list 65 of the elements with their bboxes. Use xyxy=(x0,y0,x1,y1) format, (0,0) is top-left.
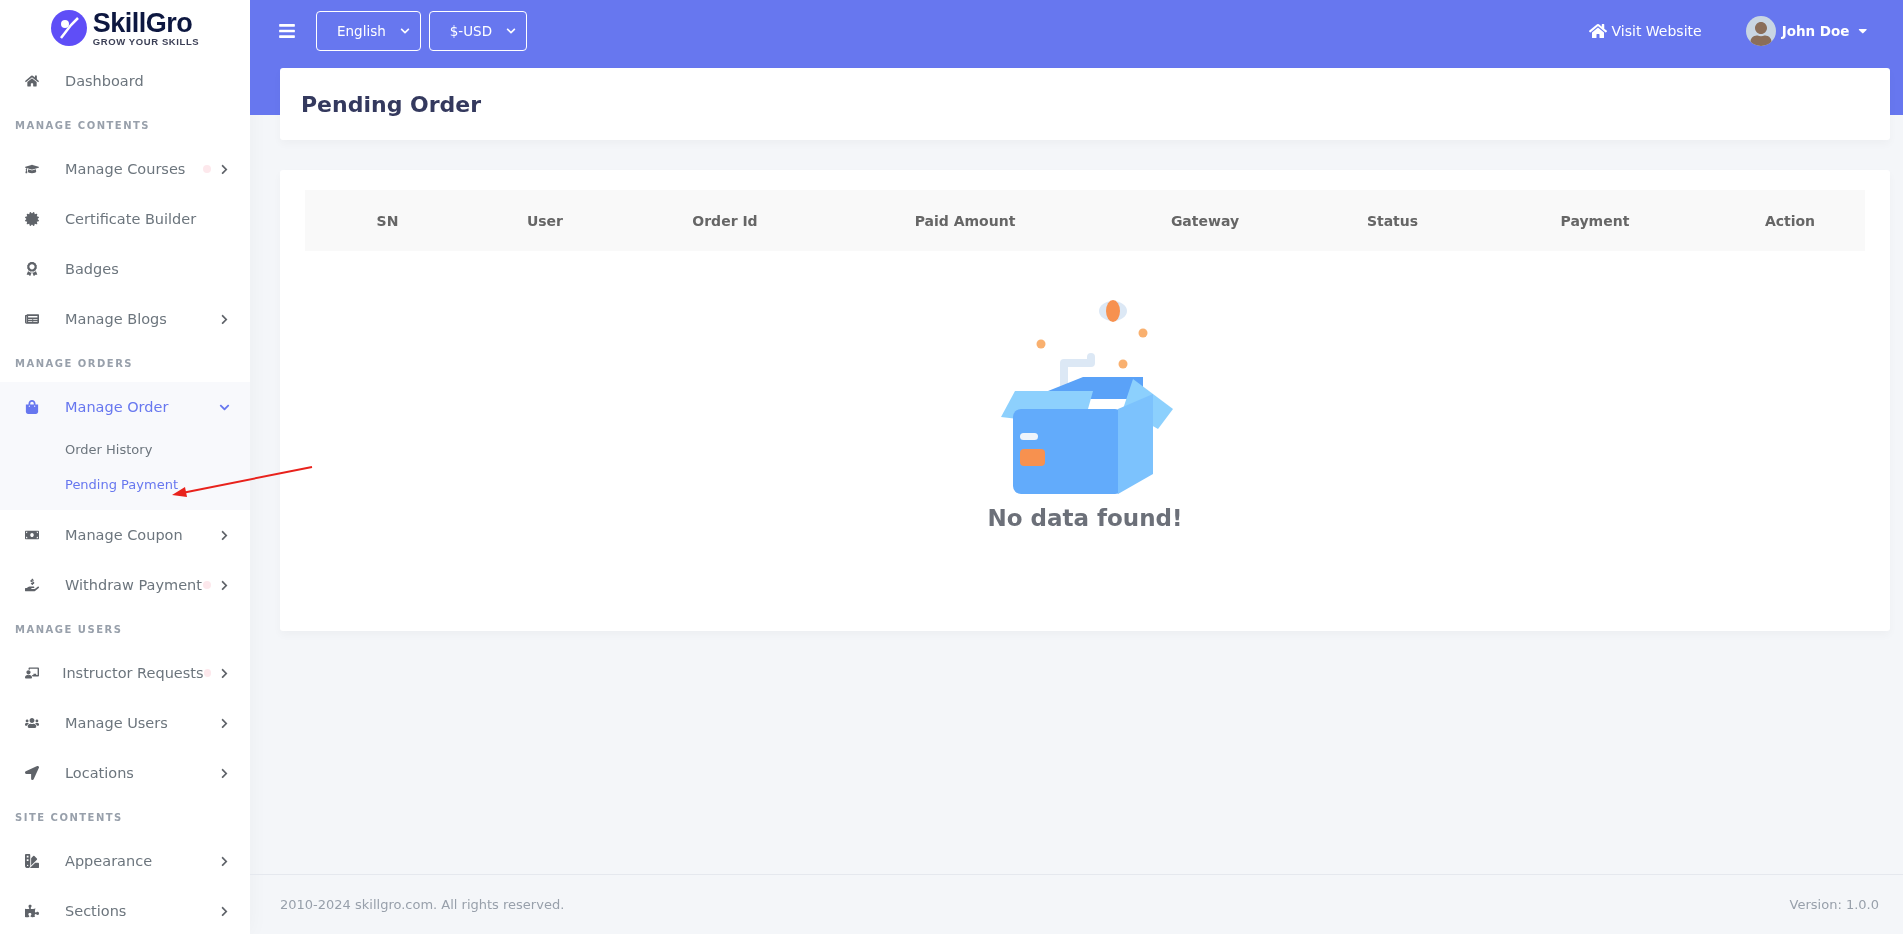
sidebar-item[interactable]: Manage Users xyxy=(0,698,250,748)
sidebar-item[interactable]: Manage Coupon xyxy=(0,510,250,560)
puzzle-icon xyxy=(25,904,39,918)
sidebar-item[interactable]: Instructor Requests xyxy=(0,648,250,698)
page-title: Pending Order xyxy=(301,91,482,117)
chevron-down-icon xyxy=(399,26,410,36)
menu-heading: SITE CONTENTS xyxy=(14,810,124,825)
visit-website-link[interactable]: Visit Website xyxy=(1588,22,1702,40)
chevron-right-icon xyxy=(219,529,230,541)
newspaper-icon xyxy=(25,312,39,326)
brand-name: SkillGro xyxy=(92,9,194,37)
menu-heading: MANAGE CONTENTS xyxy=(14,118,152,133)
menu-heading: MANAGE ORDERS xyxy=(14,356,135,371)
graduation-cap-icon xyxy=(25,162,39,176)
column-header: Action xyxy=(1763,212,1817,229)
language-select[interactable]: English xyxy=(316,11,421,51)
seal-icon xyxy=(25,212,39,226)
banknote-icon xyxy=(25,528,39,542)
menu-button[interactable] xyxy=(278,22,296,40)
copyright-text: 2010-2024 skillgro.com. All rights reserved. xyxy=(280,897,565,912)
sidebar-item[interactable]: Locations xyxy=(0,748,250,798)
currency-select[interactable]: $-USD xyxy=(428,11,528,51)
sidebar-item[interactable]: Withdraw Payment xyxy=(0,560,250,610)
sidebar-item[interactable]: Manage Order xyxy=(0,382,250,432)
column-header: User xyxy=(525,212,565,229)
teacher-board-icon xyxy=(25,666,39,680)
sidebar-item[interactable]: Dashboard xyxy=(0,56,250,106)
sidebar-item[interactable]: Appearance xyxy=(0,836,250,886)
chevron-right-icon xyxy=(219,579,230,591)
sidebar-item[interactable]: Certificate Builder xyxy=(0,194,250,244)
logo-icon xyxy=(50,10,87,46)
chevron-down-icon xyxy=(506,26,517,36)
column-header: Status xyxy=(1365,212,1420,229)
column-header: SN xyxy=(375,212,400,229)
chevron-right-icon xyxy=(219,163,230,175)
submenu-item[interactable]: Order History xyxy=(0,432,250,467)
hand-dollar-icon xyxy=(25,578,39,592)
home-icon xyxy=(1588,22,1607,40)
chevron-right-icon xyxy=(219,313,230,325)
sidebar-item[interactable]: Badges xyxy=(0,244,250,294)
menu-icon xyxy=(278,22,296,40)
chevron-right-icon xyxy=(219,717,230,729)
location-arrow-icon xyxy=(25,766,39,780)
chevron-right-icon xyxy=(219,667,230,679)
column-header: Order Id xyxy=(691,212,759,229)
column-header: Gateway xyxy=(1169,212,1241,229)
column-header: Paid Amount xyxy=(913,212,1017,229)
shopping-bag-icon xyxy=(25,400,39,414)
menu-heading: MANAGE USERS xyxy=(14,622,124,637)
column-header: Payment xyxy=(1559,212,1631,229)
empty-message: No data found! xyxy=(987,505,1183,531)
user-menu[interactable]: John Doe xyxy=(1739,15,1875,47)
submenu-item[interactable]: Pending Payment xyxy=(0,467,250,502)
chevron-right-icon xyxy=(219,905,230,917)
sidebar-item[interactable]: Manage Courses xyxy=(0,144,250,194)
chevron-right-icon xyxy=(219,855,230,867)
brand-tagline: GROW YOUR SKILLS xyxy=(92,36,200,47)
sidebar-item[interactable]: Manage Blogs xyxy=(0,294,250,344)
sidebar-item[interactable]: Sections xyxy=(0,886,250,934)
swatch-icon xyxy=(25,854,39,868)
version-text: Version: 1.0.0 xyxy=(1789,897,1879,912)
chevron-right-icon xyxy=(219,767,230,779)
home-icon xyxy=(25,74,39,88)
users-icon xyxy=(25,716,39,730)
award-icon xyxy=(25,262,39,276)
